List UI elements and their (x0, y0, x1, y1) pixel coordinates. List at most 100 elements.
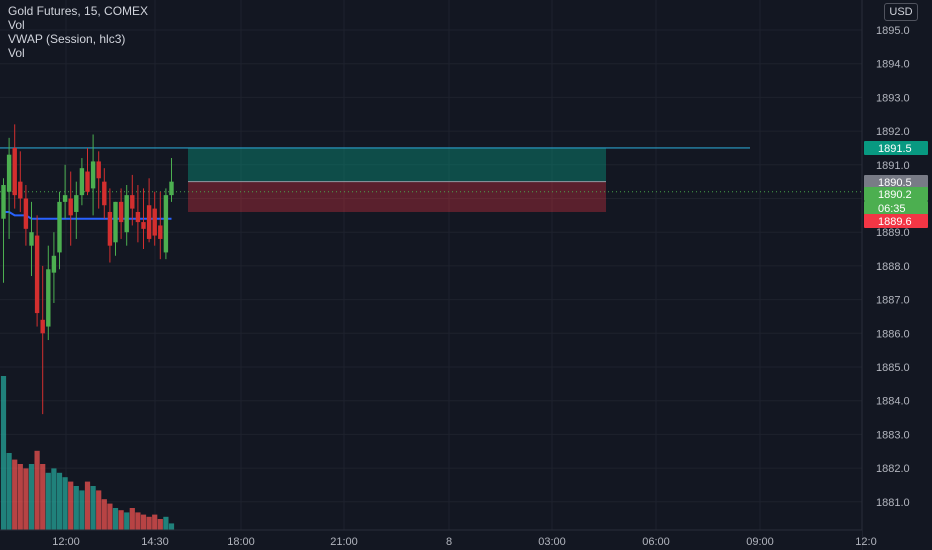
time-tick-label: 09:00 (746, 536, 774, 548)
volume-bar (157, 519, 163, 530)
time-tick-label: 14:30 (141, 536, 169, 548)
candle-body (90, 161, 96, 189)
time-tick-label: 06:00 (642, 536, 670, 548)
volume-bar (135, 512, 141, 530)
price-tick-label: 1885.0 (876, 362, 910, 374)
legend-volume[interactable]: Vol (8, 18, 148, 32)
price-label-text: 1891.5 (878, 143, 912, 155)
price-tick-label: 1884.0 (876, 396, 910, 408)
price-tick-label: 1882.0 (876, 463, 910, 475)
candle-body (79, 168, 85, 196)
candle-body (113, 201, 118, 243)
candle-body (62, 195, 68, 202)
candle-body (135, 211, 141, 223)
candle-body (96, 161, 101, 179)
volume-bar (112, 508, 119, 530)
candle-body (152, 208, 157, 236)
candle-body (158, 225, 163, 239)
candle-body (51, 255, 57, 273)
volume-bar (73, 486, 79, 530)
volume-bar (51, 468, 57, 530)
time-axis[interactable]: 12:00 14:30 18:00 21:00 8 03:00 06:00 09:00 12:0 (0, 529, 877, 550)
candle-body (85, 171, 90, 192)
candle-body (146, 205, 152, 239)
time-tick-label: 12:00 (52, 536, 80, 548)
candle-body (1, 185, 6, 219)
time-tick-label: 18:00 (227, 536, 255, 548)
volume-bar (56, 472, 63, 530)
candle-body (40, 319, 45, 334)
price-tick-label: 1891.0 (876, 160, 910, 172)
volume-bar (45, 472, 51, 530)
time-axis-background (0, 530, 862, 550)
volume-bar (28, 464, 35, 530)
price-tick-label: 1881.0 (876, 497, 910, 509)
volume-bar (84, 481, 91, 530)
price-tick-label: 1883.0 (876, 429, 910, 441)
legend-vwap[interactable]: VWAP (Session, hlc3) (8, 32, 148, 46)
volume-bar (6, 453, 12, 530)
price-labels: 1891.51890.51890.206:351889.6 (864, 141, 928, 228)
volume-bar (96, 490, 102, 530)
volume-bar (118, 510, 124, 530)
volume-bar (40, 464, 46, 530)
price-tick-label: 1895.0 (876, 25, 910, 37)
volume-bar (129, 508, 135, 530)
volume-bar (101, 499, 107, 530)
volume-bar (163, 516, 169, 530)
candle-body (74, 195, 79, 212)
position-profit-zone (188, 147, 606, 182)
price-label-text: 1890.2 (878, 189, 912, 201)
chart-canvas[interactable]: 1881.0 1882.0 1883.0 1884.0 1885.0 1886.0 1887… (0, 0, 932, 550)
price-axis[interactable]: 1881.0 1882.0 1883.0 1884.0 1885.0 1886.0 1887… (861, 0, 932, 550)
price-label-text: 06:35 (878, 203, 906, 215)
plot-background (0, 0, 932, 550)
price-tick-label: 1887.0 (876, 295, 910, 307)
price-tick-label: 1889.0 (876, 227, 910, 239)
candle-body (68, 198, 73, 216)
candle-body (124, 195, 129, 233)
candle-body (118, 201, 124, 223)
candle-body (6, 154, 12, 192)
candle-body (46, 269, 51, 327)
candle-body (130, 195, 135, 209)
volume-bar (34, 450, 40, 530)
candle-body (57, 201, 62, 253)
volume-bar (140, 514, 147, 530)
position-loss-zone (188, 181, 606, 212)
volume-bar (68, 481, 74, 530)
volume-bar (146, 516, 152, 530)
time-tick-label: 03:00 (538, 536, 566, 548)
candle-body (34, 235, 40, 314)
price-tick-label: 1886.0 (876, 328, 910, 340)
currency-button[interactable]: USD (884, 3, 918, 21)
grid-lines (0, 0, 932, 550)
chart-legend: Gold Futures, 15, COMEX Vol VWAP (Sessio… (8, 4, 148, 60)
volume-bar (0, 376, 7, 530)
volume-bar (79, 490, 85, 530)
candle-body (29, 232, 34, 246)
volume-bar (90, 486, 96, 530)
volume-bar (23, 468, 29, 530)
volume-bar (107, 503, 113, 530)
volume-bar (152, 514, 158, 530)
time-tick-label: 12:0 (855, 536, 876, 548)
candle-body (163, 195, 169, 253)
legend-symbol[interactable]: Gold Futures, 15, COMEX (8, 4, 148, 18)
candle-body (12, 147, 17, 196)
legend-volume-2[interactable]: Vol (8, 46, 148, 60)
time-tick-label: 8 (446, 536, 452, 548)
price-label-text: 1889.6 (878, 216, 912, 228)
volume-bar (168, 523, 175, 530)
volume-bar (124, 512, 130, 530)
candle-body (141, 222, 146, 229)
candle-body (169, 181, 174, 196)
price-tick-label: 1893.0 (876, 92, 910, 104)
candle-body (23, 198, 29, 229)
candle-body (18, 181, 23, 199)
candle-body (102, 181, 107, 206)
long-position-tool[interactable] (188, 147, 606, 212)
volume-bar (12, 459, 18, 530)
price-tick-label: 1892.0 (876, 126, 910, 138)
candle-body (107, 211, 113, 246)
